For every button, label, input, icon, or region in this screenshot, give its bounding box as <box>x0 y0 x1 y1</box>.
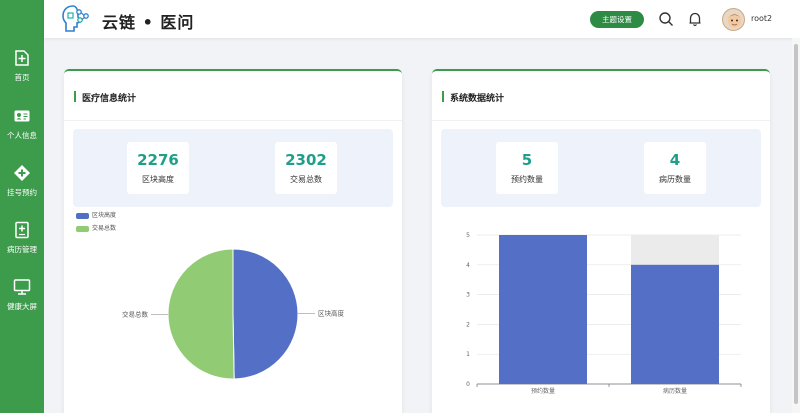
sidebar-item-records[interactable]: 病历管理 <box>0 221 44 255</box>
scrollbar-thumb[interactable] <box>794 44 798 404</box>
theme-settings-button[interactable]: 主题设置 <box>590 11 644 28</box>
stat-value: 2276 <box>137 151 179 169</box>
sidebar-item-label: 个人信息 <box>7 131 37 140</box>
y-tick-label: 0 <box>466 381 470 388</box>
stat-appointments: 5 预约数量 <box>496 142 558 194</box>
stat-value: 4 <box>669 151 681 169</box>
y-tick-label: 2 <box>466 321 470 328</box>
stat-transaction-total: 2302 交易总数 <box>275 142 337 194</box>
medical-cross-icon <box>14 165 30 181</box>
sidebar-item-home[interactable]: 首页 <box>0 49 44 83</box>
monitor-icon <box>13 279 31 295</box>
medical-record-icon <box>15 221 29 239</box>
y-tick-label: 1 <box>466 351 470 358</box>
search-icon[interactable] <box>658 11 674 27</box>
card-title: 系统数据统计 <box>442 91 504 104</box>
medical-stats-card: 医疗信息统计 2276 区块高度 2302 交易总数 区块高度 交易总数 区块高… <box>64 69 402 413</box>
sidebar-item-label: 健康大屏 <box>7 302 37 311</box>
app-title: 云链 • 医问 <box>102 13 195 32</box>
stat-block-height: 2276 区块高度 <box>127 142 189 194</box>
card-title: 医疗信息统计 <box>74 91 136 104</box>
y-tick-label: 4 <box>466 262 470 269</box>
stat-panel: 2276 区块高度 2302 交易总数 <box>73 129 393 207</box>
bar <box>631 264 719 384</box>
legend-swatch <box>76 212 89 219</box>
page-scrollbar[interactable] <box>792 38 800 413</box>
username[interactable]: root2 <box>751 14 772 23</box>
stat-records: 4 病历数量 <box>644 142 706 194</box>
sidebar: 首页 个人信息 挂号预约 病历管理 健康大屏 <box>0 0 44 413</box>
sidebar-item-label: 首页 <box>14 73 30 82</box>
id-card-icon <box>14 110 30 122</box>
sidebar-item-profile[interactable]: 个人信息 <box>0 107 44 141</box>
pie-label: 交易总数 <box>122 310 149 319</box>
y-tick-label: 3 <box>466 292 470 299</box>
y-tick-label: 5 <box>466 232 470 239</box>
pie-slice <box>167 248 235 380</box>
x-tick-label: 预约数量 <box>531 387 555 395</box>
bar <box>499 235 587 384</box>
pie-label: 区块高度 <box>318 308 345 317</box>
pie-chart: 区块高度 交易总数 <box>122 248 345 380</box>
home-plus-icon <box>15 50 29 66</box>
stat-panel: 5 预约数量 4 病历数量 <box>441 129 761 207</box>
sidebar-item-appointment[interactable]: 挂号预约 <box>0 164 44 198</box>
stat-value: 2302 <box>285 151 327 169</box>
app-logo <box>62 5 89 32</box>
legend-label: 区块高度 <box>92 212 117 219</box>
avatar-face-icon <box>727 14 742 28</box>
stat-label: 预约数量 <box>511 175 543 184</box>
stat-value: 5 <box>521 151 533 169</box>
sidebar-item-label: 挂号预约 <box>7 188 37 197</box>
avatar[interactable] <box>722 8 745 31</box>
stat-label: 区块高度 <box>142 175 174 184</box>
stat-label: 交易总数 <box>290 175 322 184</box>
x-tick-label: 病历数量 <box>663 387 687 395</box>
divider <box>432 120 770 121</box>
pie-slice <box>232 248 299 380</box>
legend-item[interactable]: 区块高度 <box>76 210 116 219</box>
top-header: 云链 • 医问 主题设置 root2 <box>44 0 800 38</box>
sidebar-item-label: 病历管理 <box>7 245 37 254</box>
system-stats-card: 系统数据统计 5 预约数量 4 病历数量 0 1 2 3 4 5 预约数量 病历数量 <box>432 69 770 413</box>
sidebar-item-dashboard[interactable]: 健康大屏 <box>0 278 44 312</box>
bar-chart: 0 1 2 3 4 5 预约数量 病历数量 <box>466 232 742 395</box>
divider <box>64 120 402 121</box>
stat-label: 病历数量 <box>659 175 691 184</box>
bell-icon[interactable] <box>687 11 703 27</box>
